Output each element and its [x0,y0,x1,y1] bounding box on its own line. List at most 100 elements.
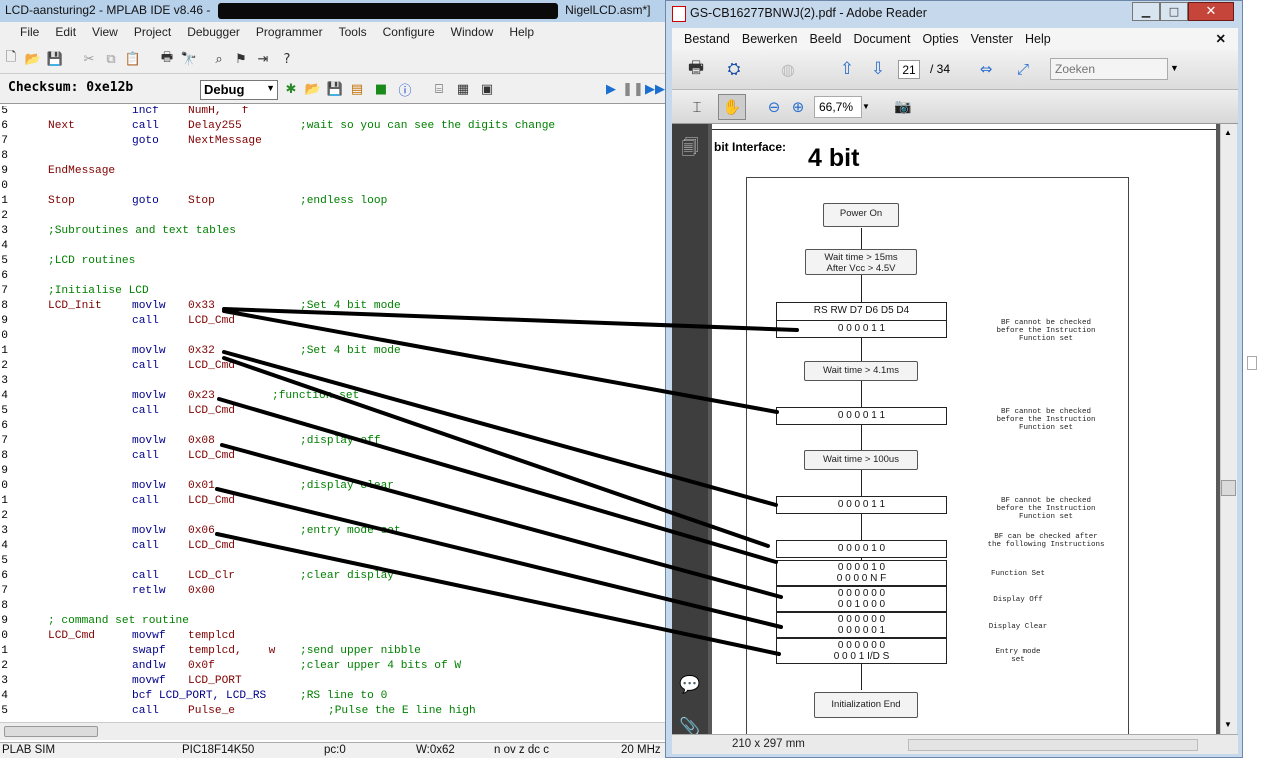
halt-icon[interactable]: ❚❚ [622,80,644,98]
previous-page-icon[interactable]: ⇧ [836,58,858,80]
menu-view[interactable]: View [84,25,126,39]
menu-help[interactable]: Help [501,25,542,39]
build-icon[interactable]: ▤ [348,80,366,98]
comments-icon[interactable]: 💬 [678,674,702,696]
code-line[interactable]: 2 [0,509,665,524]
code-line[interactable]: 4 call LCD_Cmd [0,539,665,554]
zoom-in-icon[interactable]: ⊕ [788,96,808,118]
next-page-icon[interactable]: ⇩ [867,58,889,80]
hand-tool-icon[interactable]: ✋ [718,94,746,120]
code-line[interactable]: 0 movlw 0x01 ;display clear [0,479,665,494]
paste-icon[interactable]: 📋 [124,50,142,68]
code-line[interactable]: 7 retlw 0x00 [0,584,665,599]
menu-venster[interactable]: Venster [965,32,1019,46]
code-line[interactable]: 9 call LCD_Cmd [0,314,665,329]
info-icon[interactable]: ⓘ [396,80,414,99]
code-line[interactable]: 6 Next call Delay255 ;wait so you can see th… [0,119,665,134]
new-file-icon[interactable]: 🗋 [2,50,20,68]
code-line[interactable]: 0 LCD_Cmd movwf templcd [0,629,665,644]
fit-page-icon[interactable]: ⤢ [1012,58,1034,80]
code-line[interactable]: 3 movwf LCD_PORT [0,674,665,689]
code-line[interactable]: 1 swapf templcd, w ;send upper nibble [0,644,665,659]
menu-opties[interactable]: Opties [916,32,964,46]
animate-icon[interactable]: ▶▶ [645,80,665,98]
code-line[interactable]: 2 [0,209,665,224]
code-line[interactable]: 5 ;LCD routines [0,254,665,269]
registers-icon[interactable]: ▦ [454,80,472,98]
code-line[interactable]: 7 goto NextMessage [0,134,665,149]
code-line[interactable]: 9 ; command set routine [0,614,665,629]
code-line[interactable]: 1 Stop goto Stop ;endless loop [0,194,665,209]
minimize-icon[interactable]: ▁ [1132,2,1160,21]
help-icon[interactable]: ? [278,50,296,68]
open-project-icon[interactable]: 📂 [304,80,322,98]
scrollbar-thumb[interactable] [4,726,98,737]
code-line[interactable]: 3 [0,374,665,389]
code-editor[interactable]: 5 incf NumH, f 6 Next call Delay255 ;wait so yo… [0,106,665,722]
code-line[interactable]: 3 ;Subroutines and text tables [0,224,665,239]
print-icon[interactable]: 🖶 [684,58,708,80]
zoom-out-icon[interactable]: ⊖ [764,96,784,118]
snapshot-icon[interactable]: 📷 [892,96,914,118]
menu-help-reader[interactable]: Help [1019,32,1057,46]
code-line[interactable]: 6 [0,269,665,284]
code-line[interactable]: 9 [0,464,665,479]
reader-hscroll-thumb[interactable] [909,740,1197,750]
code-line[interactable]: 1 movlw 0x32 ;Set 4 bit mode [0,344,665,359]
menu-beeld[interactable]: Beeld [803,32,847,46]
code-line[interactable]: 4 bcf LCD_PORT, LCD_RS ;RS line to 0 [0,689,665,704]
collaborate-icon[interactable]: ◍ [776,58,800,80]
cut-icon[interactable]: ✂ [80,50,98,68]
save-icon[interactable]: 💾 [46,50,64,68]
menu-project[interactable]: Project [126,25,179,39]
menu-bestand[interactable]: Bestand [678,32,736,46]
code-line[interactable]: 5 call Pulse_e ;Pulse the E line high [0,704,665,719]
memory-icon[interactable]: ⌸ [430,80,448,98]
menu-tools[interactable]: Tools [331,25,375,39]
menu-window[interactable]: Window [443,25,502,39]
watch-icon[interactable]: ▣ [478,80,496,98]
reader-vertical-scrollbar[interactable]: ▲ ▼ [1220,124,1237,734]
new-project-icon[interactable]: ✱ [282,80,300,98]
menu-configure[interactable]: Configure [375,25,443,39]
zoom-dropdown-icon[interactable]: ▼ [862,102,870,111]
code-line[interactable]: 4 [0,239,665,254]
code-line[interactable]: 0 [0,179,665,194]
code-line[interactable]: 4 movlw 0x23 ;function set [0,389,665,404]
share-icon[interactable]: ⛭ [722,58,746,80]
code-line[interactable]: 7 movlw 0x08 ;display off [0,434,665,449]
close-document-icon[interactable]: ✕ [1210,31,1232,46]
menu-debugger[interactable]: Debugger [179,25,248,39]
code-line[interactable]: 7 ;Initialise LCD [0,284,665,299]
code-line[interactable]: 8 LCD_Init movlw 0x33 ;Set 4 bit mode [0,299,665,314]
goto-icon[interactable]: ⇥ [254,50,272,68]
code-line[interactable]: 1 call LCD_Cmd [0,494,665,509]
scroll-up-icon[interactable]: ▲ [1224,128,1232,137]
menu-programmer[interactable]: Programmer [248,25,331,39]
code-line[interactable]: 5 call LCD_Cmd [0,404,665,419]
run-icon[interactable]: ▶ [603,80,619,98]
copy-icon[interactable]: ⧉ [102,50,120,68]
code-line[interactable]: 3 movlw 0x06 ;entry mode set [0,524,665,539]
bookmark-icon[interactable]: ⚑ [232,50,250,68]
reader-horizontal-scrollbar[interactable] [908,739,1198,751]
menu-edit[interactable]: Edit [47,25,84,39]
code-line[interactable]: 5 [0,554,665,569]
page-number-input[interactable] [898,60,920,79]
search-dropdown-icon[interactable]: ▼ [1170,63,1179,73]
code-line[interactable]: 5 incf NumH, f [0,106,665,119]
code-line[interactable]: 8 [0,599,665,614]
fit-width-icon[interactable]: ⇔ [975,58,997,80]
search-input[interactable] [1050,58,1168,80]
print-icon[interactable]: 🖶 [158,50,176,68]
code-line[interactable]: 8 [0,149,665,164]
zoom-level-field[interactable]: 66,7% [814,96,862,118]
editor-horizontal-scrollbar[interactable] [0,722,665,740]
code-line[interactable]: 0 [0,329,665,344]
find-icon[interactable]: 🔭 [180,50,198,68]
code-line[interactable]: 9 EndMessage [0,164,665,179]
code-line[interactable]: 2 andlw 0x0f ;clear upper 4 bits of W [0,659,665,674]
menu-bewerken[interactable]: Bewerken [736,32,804,46]
code-line[interactable]: 6 [0,419,665,434]
code-line[interactable]: 8 call LCD_Cmd [0,449,665,464]
